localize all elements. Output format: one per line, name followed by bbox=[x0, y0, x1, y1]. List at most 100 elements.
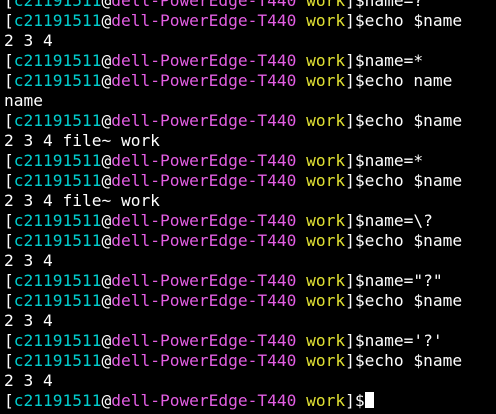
prompt-user: c21191511 bbox=[13, 211, 102, 230]
prompt-host: dell-PowerEdge-T440 bbox=[111, 51, 297, 70]
terminal-scrollback: [c21191511@dell-PowerEdge-T440 work]$nam… bbox=[4, 0, 496, 411]
prompt-host: dell-PowerEdge-T440 bbox=[111, 351, 297, 370]
prompt-close-bracket: ]$ bbox=[345, 291, 365, 310]
prompt-host: dell-PowerEdge-T440 bbox=[111, 11, 297, 30]
prompt-open-bracket: [ bbox=[4, 231, 14, 250]
prompt-line: [c21191511@dell-PowerEdge-T440 work]$ech… bbox=[4, 231, 496, 251]
output-line: 2 3 4 bbox=[4, 371, 496, 391]
prompt-host: dell-PowerEdge-T440 bbox=[111, 271, 297, 290]
prompt-host: dell-PowerEdge-T440 bbox=[111, 151, 297, 170]
prompt-close-bracket: ]$ bbox=[345, 211, 365, 230]
output-text: 2 3 4 bbox=[4, 31, 53, 50]
prompt-cwd: work bbox=[306, 271, 346, 290]
output-line: 2 3 4 bbox=[4, 311, 496, 331]
prompt-close-bracket: ]$ bbox=[345, 151, 365, 170]
prompt-host: dell-PowerEdge-T440 bbox=[111, 391, 297, 410]
prompt-user: c21191511 bbox=[13, 391, 102, 410]
output-line: 2 3 4 bbox=[4, 251, 496, 271]
prompt-close-bracket: ]$ bbox=[345, 11, 365, 30]
prompt-at-sign: @ bbox=[101, 71, 112, 90]
output-line: 2 3 4 file~ work bbox=[4, 191, 496, 211]
prompt-close-bracket: ]$ bbox=[345, 231, 365, 250]
prompt-user: c21191511 bbox=[13, 11, 102, 30]
prompt-host: dell-PowerEdge-T440 bbox=[111, 111, 297, 130]
prompt-user: c21191511 bbox=[13, 71, 102, 90]
prompt-cwd: work bbox=[306, 71, 346, 90]
output-line: name bbox=[4, 91, 496, 111]
prompt-open-bracket: [ bbox=[4, 271, 14, 290]
output-text: 2 3 4 bbox=[4, 311, 53, 330]
prompt-open-bracket: [ bbox=[4, 151, 14, 170]
prompt-close-bracket: ]$ bbox=[345, 71, 365, 90]
prompt-at-sign: @ bbox=[101, 351, 112, 370]
prompt-cwd: work bbox=[306, 171, 346, 190]
prompt-host: dell-PowerEdge-T440 bbox=[111, 231, 297, 250]
terminal-window[interactable]: [c21191511@dell-PowerEdge-T440 work]$nam… bbox=[0, 0, 496, 414]
prompt-cwd: work bbox=[306, 211, 346, 230]
prompt-close-bracket: ]$ bbox=[345, 331, 365, 350]
prompt-cwd: work bbox=[306, 391, 346, 410]
prompt-user: c21191511 bbox=[13, 351, 102, 370]
prompt-at-sign: @ bbox=[101, 11, 112, 30]
prompt-at-sign: @ bbox=[101, 231, 112, 250]
prompt-user: c21191511 bbox=[13, 0, 102, 10]
prompt-host: dell-PowerEdge-T440 bbox=[111, 0, 297, 10]
command-text: echo name bbox=[364, 71, 453, 90]
output-text: 2 3 4 bbox=[4, 251, 53, 270]
text-cursor[interactable] bbox=[364, 392, 374, 408]
prompt-open-bracket: [ bbox=[4, 111, 14, 130]
prompt-open-bracket: [ bbox=[4, 391, 14, 410]
prompt-user: c21191511 bbox=[13, 111, 102, 130]
prompt-open-bracket: [ bbox=[4, 51, 14, 70]
prompt-close-bracket: ]$ bbox=[345, 391, 365, 410]
command-text: name=* bbox=[364, 51, 424, 70]
command-text: echo $name bbox=[364, 291, 463, 310]
prompt-at-sign: @ bbox=[101, 291, 112, 310]
prompt-cwd: work bbox=[306, 331, 346, 350]
prompt-host: dell-PowerEdge-T440 bbox=[111, 331, 297, 350]
prompt-at-sign: @ bbox=[101, 51, 112, 70]
output-text: 2 3 4 bbox=[4, 371, 53, 390]
prompt-line: [c21191511@dell-PowerEdge-T440 work]$nam… bbox=[4, 331, 496, 351]
prompt-line: [c21191511@dell-PowerEdge-T440 work]$ech… bbox=[4, 71, 496, 91]
prompt-open-bracket: [ bbox=[4, 351, 14, 370]
prompt-cwd: work bbox=[306, 111, 346, 130]
prompt-cwd: work bbox=[306, 0, 346, 10]
prompt-host: dell-PowerEdge-T440 bbox=[111, 291, 297, 310]
command-text: echo $name bbox=[364, 111, 463, 130]
command-text: echo $name bbox=[364, 231, 463, 250]
prompt-close-bracket: ]$ bbox=[345, 351, 365, 370]
prompt-at-sign: @ bbox=[101, 151, 112, 170]
prompt-at-sign: @ bbox=[101, 211, 112, 230]
command-text: echo $name bbox=[364, 171, 463, 190]
prompt-host: dell-PowerEdge-T440 bbox=[111, 171, 297, 190]
prompt-line: [c21191511@dell-PowerEdge-T440 work]$nam… bbox=[4, 211, 496, 231]
prompt-cwd: work bbox=[306, 231, 346, 250]
prompt-user: c21191511 bbox=[13, 291, 102, 310]
output-text: 2 3 4 file~ work bbox=[4, 191, 160, 210]
prompt-cwd: work bbox=[306, 291, 346, 310]
prompt-cwd: work bbox=[306, 11, 346, 30]
prompt-line: [c21191511@dell-PowerEdge-T440 work]$ech… bbox=[4, 11, 496, 31]
prompt-at-sign: @ bbox=[101, 271, 112, 290]
prompt-at-sign: @ bbox=[101, 331, 112, 350]
prompt-close-bracket: ]$ bbox=[345, 51, 365, 70]
prompt-line: [c21191511@dell-PowerEdge-T440 work]$ech… bbox=[4, 351, 496, 371]
prompt-line: [c21191511@dell-PowerEdge-T440 work]$nam… bbox=[4, 271, 496, 291]
prompt-line: [c21191511@dell-PowerEdge-T440 work]$ech… bbox=[4, 111, 496, 131]
prompt-close-bracket: ]$ bbox=[345, 0, 365, 10]
prompt-line: [c21191511@dell-PowerEdge-T440 work]$ bbox=[4, 391, 496, 411]
command-text: name="?" bbox=[364, 271, 443, 290]
prompt-line: [c21191511@dell-PowerEdge-T440 work]$nam… bbox=[4, 51, 496, 71]
